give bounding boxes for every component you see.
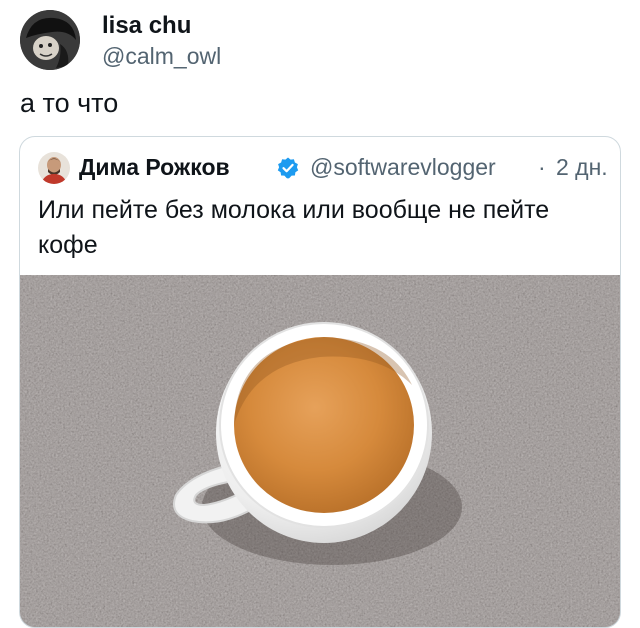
quoted-author-handle[interactable]: @softwarevlogger — [310, 154, 496, 181]
author-avatar[interactable] — [20, 10, 80, 70]
quoted-tweet-photo[interactable] — [20, 275, 620, 627]
quoted-tweet[interactable]: Дима Рожков @softwarevlogger · 2 дн. Или… — [19, 136, 621, 628]
author-handle[interactable]: @calm_owl — [102, 43, 221, 70]
author-name[interactable]: lisa chu — [102, 12, 191, 40]
verified-badge-icon — [276, 156, 300, 180]
tweet-text: а то что — [20, 88, 119, 118]
separator-dot: · — [538, 154, 546, 180]
tweet-author: lisa chu @calm_owl — [20, 10, 620, 72]
quoted-tweet-text: Или пейте без молока или вообще не пейте… — [38, 196, 550, 259]
quoted-tweet-time[interactable]: 2 дн. — [556, 154, 608, 181]
quoted-author-avatar[interactable] — [38, 152, 70, 184]
quoted-author-name[interactable]: Дима Рожков — [79, 154, 230, 181]
quoted-tweet-header: Дима Рожков @softwarevlogger · 2 дн. — [38, 151, 608, 187]
